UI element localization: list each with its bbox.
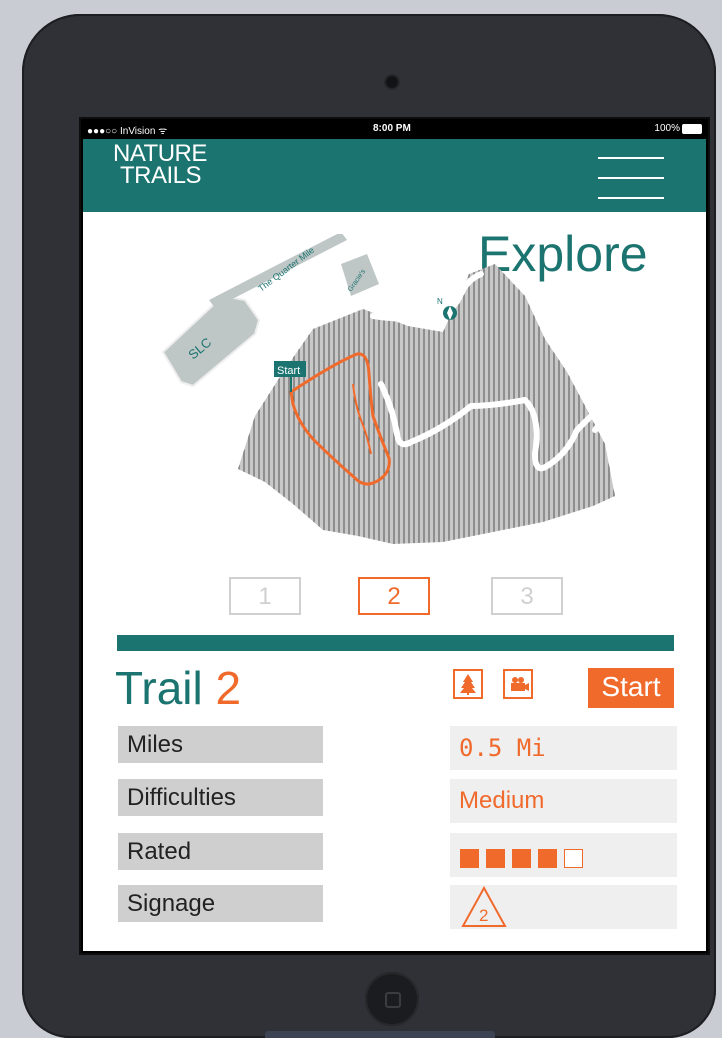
rating-square-empty bbox=[564, 849, 583, 868]
battery-icon bbox=[682, 124, 702, 134]
trail-map[interactable]: SLC The Quarter Mile Gracie's Start N bbox=[153, 234, 653, 564]
difficulty-value: Medium bbox=[450, 779, 677, 823]
signage-box: 2 bbox=[450, 885, 677, 929]
rated-label: Rated bbox=[118, 833, 323, 870]
pager-button-3[interactable]: 3 bbox=[491, 577, 563, 615]
pager-button-1[interactable]: 1 bbox=[229, 577, 301, 615]
brand-line-2: TRAILS bbox=[120, 162, 202, 189]
rating-square-filled bbox=[512, 849, 531, 868]
app-screen: ●●●○○ InVision ᯤ 8:00 PM 100% NATURE TRA… bbox=[83, 119, 706, 951]
video-camera-icon[interactable] bbox=[503, 669, 533, 699]
miles-label: Miles bbox=[118, 726, 323, 763]
carrier-label: ●●●○○ InVision ᯤ bbox=[87, 126, 168, 137]
difficulty-label: Difficulties bbox=[118, 779, 323, 816]
rating-stars bbox=[460, 849, 590, 868]
trail-number: 2 bbox=[215, 662, 242, 714]
tree-icon[interactable] bbox=[453, 669, 483, 699]
start-marker-label: Start bbox=[277, 365, 300, 377]
bottom-tab bbox=[265, 1031, 495, 1038]
map-label-quarter-mile: The Quarter Mile bbox=[256, 245, 316, 294]
brand-logo[interactable]: NATURE TRAILS bbox=[113, 142, 207, 189]
trail-title: Trail 2 bbox=[115, 661, 241, 715]
battery-percent: 100% bbox=[654, 123, 680, 134]
camera-icon bbox=[386, 76, 398, 88]
signage-label: Signage bbox=[118, 885, 323, 922]
trail-title-word: Trail bbox=[115, 662, 203, 714]
screen: ●●●○○ InVision ᯤ 8:00 PM 100% NATURE TRA… bbox=[79, 117, 710, 955]
clock: 8:00 PM bbox=[373, 123, 411, 134]
start-button[interactable]: Start bbox=[588, 668, 674, 708]
tablet-frame: ●●●○○ InVision ᯤ 8:00 PM 100% NATURE TRA… bbox=[22, 14, 716, 1038]
slc-building bbox=[161, 294, 261, 388]
compass-icon bbox=[443, 306, 457, 320]
hamburger-menu-icon[interactable] bbox=[598, 155, 664, 201]
rating-square-filled bbox=[486, 849, 505, 868]
rating-square-filled bbox=[460, 849, 479, 868]
app-header: NATURE TRAILS bbox=[83, 139, 706, 212]
pager-button-2[interactable]: 2 bbox=[358, 577, 430, 615]
compass-north-label: N bbox=[437, 297, 443, 306]
miles-value: 0.5 Mi bbox=[450, 726, 677, 770]
signage-value: 2 bbox=[479, 906, 488, 925]
signage-triangle-icon: 2 bbox=[461, 885, 507, 927]
status-bar: ●●●○○ InVision ᯤ 8:00 PM 100% bbox=[83, 119, 706, 139]
rating-square-filled bbox=[538, 849, 557, 868]
section-divider bbox=[117, 635, 674, 651]
home-button[interactable] bbox=[365, 972, 419, 1026]
